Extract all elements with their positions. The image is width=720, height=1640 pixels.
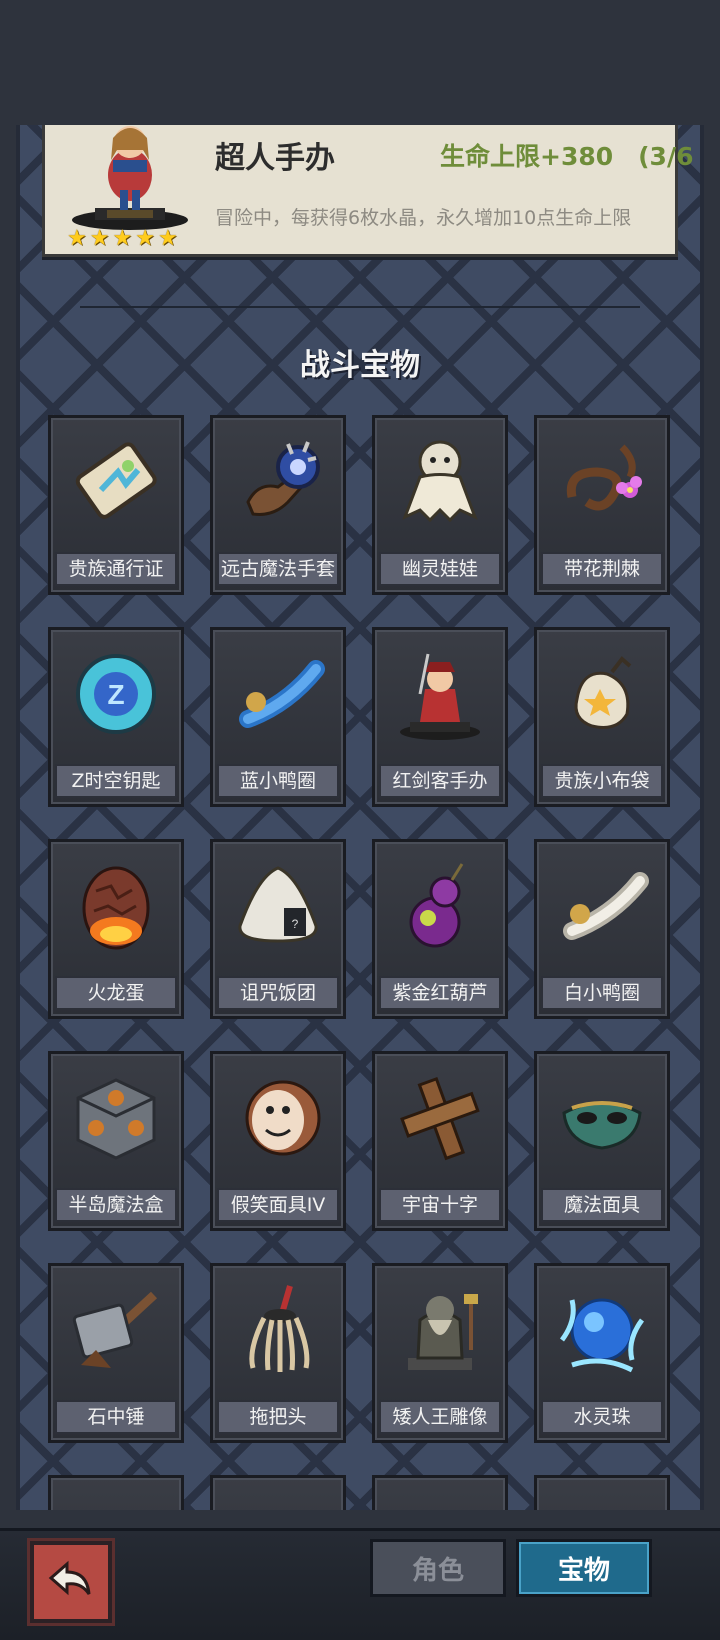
item-label: 远古魔法手套 [217,552,339,586]
item-slot[interactable]: 魔法面具 [534,1051,670,1231]
back-button[interactable] [30,1541,112,1623]
cross-icon [383,1062,497,1174]
mop-icon [221,1274,335,1386]
item-grid-overflow [16,1475,704,1510]
item-label: 红剑客手办 [379,764,501,798]
item-bonus: 生命上限+380 (3/6 [440,142,694,171]
item-slot[interactable]: 石中锤 [48,1263,184,1443]
item-label: 诅咒饭团 [217,976,339,1010]
item-slot[interactable]: 贵族小布袋 [534,627,670,807]
item-label: 幽灵娃娃 [379,552,501,586]
z-orb-icon: Z [59,638,173,750]
section-title: 战斗宝物 [300,348,420,383]
item-slot[interactable]: 矮人王雕像 [372,1263,508,1443]
item-slot[interactable]: 紫金红葫芦 [372,839,508,1019]
item-slot[interactable] [210,1475,346,1510]
magic-box-icon [59,1062,173,1174]
smile-mask-icon [221,1062,335,1174]
dwarf-statue-icon [383,1274,497,1386]
item-label: 紫金红葫芦 [379,976,501,1010]
item-slot[interactable]: ? 诅咒饭团 [210,839,346,1019]
item-slot[interactable] [534,1475,670,1510]
rice-ball-icon: ? [221,850,335,962]
item-slot[interactable]: 远古魔法手套 [210,415,346,595]
item-slot[interactable]: 白小鸭圈 [534,839,670,1019]
section-divider [80,306,640,308]
star-icon: ★ [135,226,155,251]
item-slot[interactable] [48,1475,184,1510]
cloth-bag-icon [545,638,659,750]
item-slot[interactable]: 蓝小鸭圈 [210,627,346,807]
bottom-bar: 角色 宝物 [0,1528,720,1640]
item-label: 矮人王雕像 [379,1400,501,1434]
back-arrow-icon [48,1560,91,1596]
ghost-doll-icon [383,426,497,538]
blue-duck-ring-icon [221,638,335,750]
item-description: 冒险中，每获得6枚水晶，永久增加10点生命上限 [215,207,632,229]
item-label: 宇宙十字 [379,1188,501,1222]
item-label: 蓝小鸭圈 [217,764,339,798]
item-label: 拖把头 [217,1400,339,1434]
item-label: 石中锤 [55,1400,177,1434]
water-orb-icon [545,1274,659,1386]
star-icon: ★ [89,226,110,251]
tab-treasure[interactable]: 宝物 [516,1539,652,1597]
item-label: 带花荆棘 [541,552,663,586]
swordsman-figure-icon [383,638,497,750]
item-slot[interactable]: 假笑面具IV [210,1051,346,1231]
item-slot[interactable]: 半岛魔法盒 [48,1051,184,1231]
item-label: 水灵珠 [541,1400,663,1434]
item-label: Z时空钥匙 [55,764,177,798]
item-slot[interactable]: 宇宙十字 [372,1051,508,1231]
item-label: 白小鸭圈 [541,976,663,1010]
svg-text:?: ? [292,917,299,931]
item-slot[interactable]: 带花荆棘 [534,415,670,595]
star-icon: ★ [67,226,87,251]
card-icon [59,426,173,538]
item-slot[interactable]: 红剑客手办 [372,627,508,807]
item-label: 假笑面具IV [217,1188,339,1222]
star-rating: ★ ★ ★ ★ ★ [67,228,178,250]
item-slot[interactable]: 幽灵娃娃 [372,415,508,595]
hammer-icon [59,1274,173,1386]
item-slot[interactable]: 拖把头 [210,1263,346,1443]
gourd-icon [383,850,497,962]
item-slot[interactable] [372,1475,508,1510]
svg-text:Z: Z [107,679,124,710]
item-slot[interactable]: 贵族通行证 [48,415,184,595]
star-icon: ★ [112,226,133,251]
tab-role[interactable]: 角色 [370,1539,506,1597]
item-label: 贵族小布袋 [541,764,663,798]
white-duck-ring-icon [545,850,659,962]
magic-mask-icon [545,1062,659,1174]
item-label: 半岛魔法盒 [55,1188,177,1222]
item-label: 魔法面具 [541,1188,663,1222]
item-slot[interactable]: Z Z时空钥匙 [48,627,184,807]
selected-item-card: ★ ★ ★ ★ ★ 超人手办 生命上限+380 (3/6 冒险中，每获得6枚水晶… [42,125,693,257]
item-label: 火龙蛋 [55,976,177,1010]
dragon-egg-icon [59,850,173,962]
star-icon: ★ [157,226,178,251]
item-title: 超人手办 [215,141,335,176]
item-slot[interactable]: 水灵珠 [534,1263,670,1443]
treasure-screen: ★ ★ ★ ★ ★ 超人手办 生命上限+380 (3/6 冒险中，每获得6枚水晶… [0,0,720,1640]
thorn-flower-icon [545,426,659,538]
item-slot[interactable]: 火龙蛋 [48,839,184,1019]
item-label: 贵族通行证 [55,552,177,586]
gauntlet-icon [221,426,335,538]
